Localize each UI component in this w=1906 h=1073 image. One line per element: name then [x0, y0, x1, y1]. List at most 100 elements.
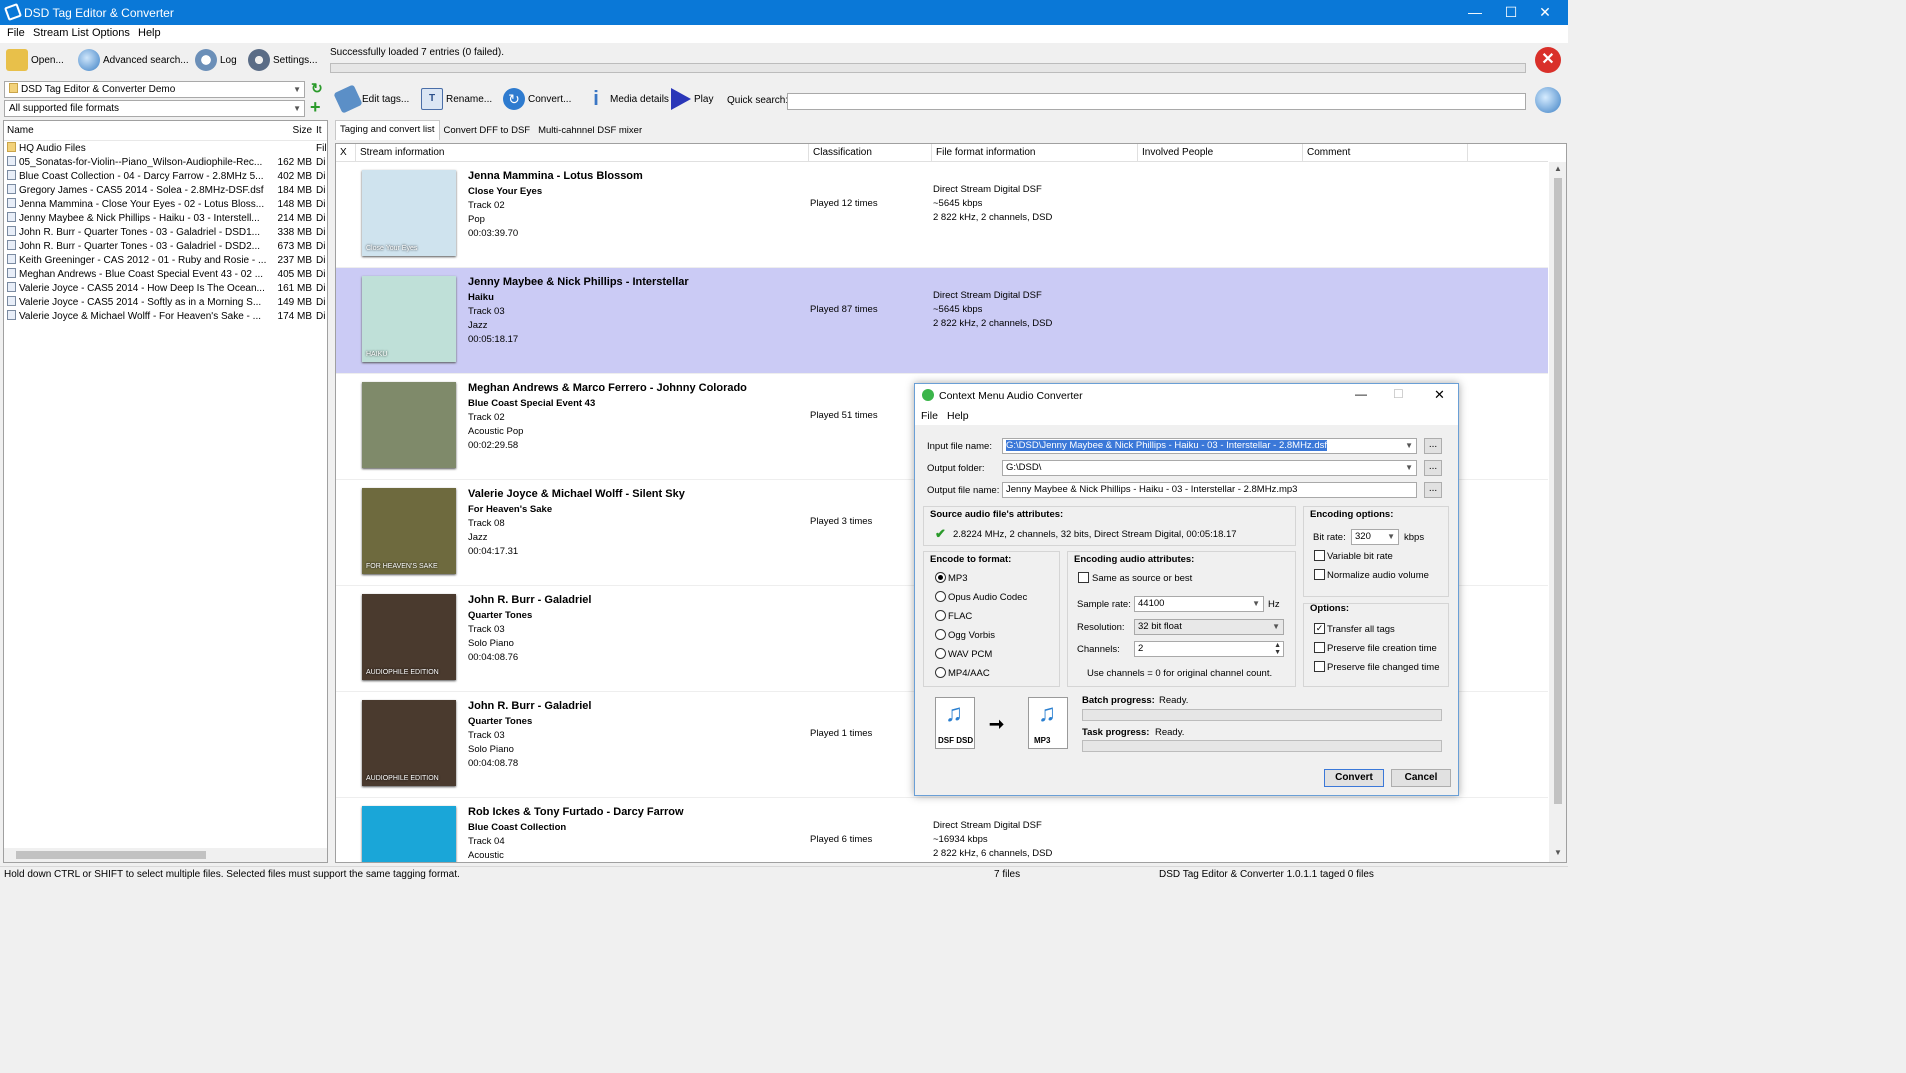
format-radio[interactable]	[935, 629, 946, 640]
column-type[interactable]: It	[316, 121, 322, 140]
stream-entry[interactable]: HAIKU Jenny Maybee & Nick Phillips - Inte…	[336, 268, 1548, 374]
file-row[interactable]: Jenny Maybee & Nick Phillips - Haiku - 0…	[4, 212, 327, 226]
task-progress-label: Task progress:	[1082, 727, 1150, 738]
folder-row[interactable]: HQ Audio Files Fil	[4, 142, 327, 156]
same-as-source-checkbox[interactable]	[1078, 572, 1089, 583]
menu-stream-list[interactable]: Stream List	[33, 27, 89, 39]
vertical-scrollbar[interactable]: ▲ ▼	[1549, 162, 1566, 862]
convert-dialog-button[interactable]: Convert	[1324, 769, 1384, 787]
tab-taging-convert-list[interactable]: Taging and convert list	[335, 120, 440, 140]
file-row[interactable]: John R. Burr - Quarter Tones - 03 - Gala…	[4, 240, 327, 254]
menu-file[interactable]: File	[7, 27, 25, 39]
format-radio[interactable]	[935, 610, 946, 621]
browse-output-button[interactable]: ...	[1424, 482, 1442, 498]
format-radio[interactable]	[935, 591, 946, 602]
stream-entry[interactable]: Blue Coast Collection Rob Ickes & Tony Fu…	[336, 798, 1548, 862]
rename-button[interactable]: T Rename...	[421, 86, 492, 112]
file-name: Gregory James - CAS5 2014 - Solea - 2.8M…	[19, 185, 264, 196]
entry-play-count: Played 6 times	[810, 834, 873, 845]
file-row[interactable]: Gregory James - CAS5 2014 - Solea - 2.8M…	[4, 184, 327, 198]
browse-folder-button[interactable]: ...	[1424, 460, 1442, 476]
sample-rate-combo[interactable]: 44100 ▼	[1134, 596, 1264, 612]
status-version: DSD Tag Editor & Converter 1.0.1.1 taged…	[1159, 869, 1374, 880]
output-file-input[interactable]: Jenny Maybee & Nick Phillips - Haiku - 0…	[1002, 482, 1417, 498]
add-icon[interactable]: +	[310, 98, 326, 116]
format-radio[interactable]	[935, 667, 946, 678]
file-row[interactable]: Valerie Joyce - CAS5 2014 - Softly as in…	[4, 296, 327, 310]
entry-bitrate: ~16934 kbps	[933, 834, 988, 845]
browse-input-button[interactable]: ...	[1424, 438, 1442, 454]
tab-convert-dff-to-dsf[interactable]: Convert DFF to DSF	[440, 122, 535, 140]
settings-button[interactable]: Settings...	[248, 47, 317, 73]
project-combo[interactable]: DSD Tag Editor & Converter Demo ▼	[4, 81, 305, 98]
dialog-minimize-button[interactable]: —	[1355, 387, 1367, 401]
bitrate-combo[interactable]: 320 ▼	[1351, 529, 1399, 545]
edit-tags-button[interactable]: Edit tags...	[333, 84, 409, 114]
scrollbar-thumb[interactable]	[1554, 178, 1562, 804]
preserve-creation-checkbox[interactable]	[1314, 642, 1325, 653]
scrollbar-thumb[interactable]	[16, 851, 206, 859]
dialog-menu-file[interactable]: File	[921, 410, 938, 422]
convert-button[interactable]: ↻ Convert...	[503, 86, 571, 112]
advanced-search-button[interactable]: Advanced search...	[78, 47, 189, 73]
audio-file-icon	[7, 268, 16, 278]
media-details-button[interactable]: i Media details	[585, 86, 669, 112]
column-x[interactable]: X	[336, 144, 356, 162]
open-button[interactable]: Open...	[6, 47, 64, 73]
scroll-up-icon[interactable]: ▲	[1549, 162, 1566, 176]
resolution-combo[interactable]: 32 bit float ▼	[1134, 619, 1284, 635]
checkmark-icon: ✔	[935, 526, 946, 541]
column-name[interactable]: Name	[4, 121, 274, 140]
vbr-checkbox[interactable]	[1314, 550, 1325, 561]
horizontal-scrollbar[interactable]	[4, 848, 327, 862]
file-row[interactable]: Valerie Joyce & Michael Wolff - For Heav…	[4, 310, 327, 324]
file-row[interactable]: Keith Greeninger - CAS 2012 - 01 - Ruby …	[4, 254, 327, 268]
close-window-button[interactable]: ✕	[1522, 0, 1568, 25]
entry-track: Track 04	[468, 836, 505, 847]
entry-track: Track 02	[468, 200, 505, 211]
normalize-checkbox[interactable]	[1314, 569, 1325, 580]
quick-search-input[interactable]	[787, 93, 1526, 110]
scroll-down-icon[interactable]: ▼	[1549, 846, 1566, 860]
dialog-close-button[interactable]: ✕	[1434, 387, 1445, 403]
format-radio[interactable]	[935, 648, 946, 659]
entry-album: For Heaven's Sake	[468, 504, 553, 515]
file-type: Di	[316, 311, 326, 322]
log-button[interactable]: Log	[195, 47, 237, 73]
channels-spinner[interactable]: 2 ▲ ▼	[1134, 641, 1284, 657]
play-button[interactable]: Play	[671, 86, 713, 112]
stream-entry[interactable]: Close Your Eyes Jenna Mammina - Lotus Blo…	[336, 162, 1548, 268]
cancel-dialog-button[interactable]: Cancel	[1391, 769, 1451, 787]
input-file-combo[interactable]: G:\DSD\Jenny Maybee & Nick Phillips - Ha…	[1002, 438, 1417, 454]
column-file-format[interactable]: File format information	[932, 144, 1138, 162]
stop-icon[interactable]: ✕	[1535, 47, 1561, 73]
output-folder-combo[interactable]: G:\DSD\ ▼	[1002, 460, 1417, 476]
dialog-maximize-button[interactable]: ☐	[1393, 387, 1404, 401]
column-comment[interactable]: Comment	[1303, 144, 1468, 162]
file-row[interactable]: Valerie Joyce - CAS5 2014 - How Deep Is …	[4, 282, 327, 296]
batch-progress-label: Batch progress:	[1082, 695, 1155, 706]
file-row[interactable]: Jenna Mammina - Close Your Eyes - 02 - L…	[4, 198, 327, 212]
spinner-arrows-icon[interactable]: ▲ ▼	[1274, 642, 1281, 656]
dialog-menu-help[interactable]: Help	[947, 410, 969, 422]
column-stream-information[interactable]: Stream information	[356, 144, 809, 162]
transfer-tags-checkbox[interactable]: ✓	[1314, 623, 1325, 634]
search-icon[interactable]	[1535, 87, 1561, 113]
file-row[interactable]: Blue Coast Collection - 04 - Darcy Farro…	[4, 170, 327, 184]
entry-bitrate: ~5645 kbps	[933, 198, 983, 209]
refresh-icon[interactable]: ↻	[311, 81, 325, 97]
menu-options[interactable]: Options	[92, 27, 130, 39]
format-filter-combo[interactable]: All supported file formats ▼	[4, 100, 305, 117]
format-radio[interactable]	[935, 572, 946, 583]
arrow-right-icon: ➞	[989, 714, 1005, 734]
column-classification[interactable]: Classification	[809, 144, 932, 162]
entry-duration: 00:03:39.70	[468, 228, 519, 239]
file-row[interactable]: 05_Sonatas-for-Violin--Piano_Wilson-Audi…	[4, 156, 327, 170]
column-involved-people[interactable]: Involved People	[1138, 144, 1303, 162]
file-row[interactable]: Meghan Andrews - Blue Coast Special Even…	[4, 268, 327, 282]
menu-help[interactable]: Help	[138, 27, 161, 39]
column-size[interactable]: Size	[274, 121, 316, 140]
file-row[interactable]: John R. Burr - Quarter Tones - 03 - Gala…	[4, 226, 327, 240]
preserve-changed-checkbox[interactable]	[1314, 661, 1325, 672]
tab-multichannel-mixer[interactable]: Multi-cahnnel DSF mixer	[534, 122, 646, 140]
